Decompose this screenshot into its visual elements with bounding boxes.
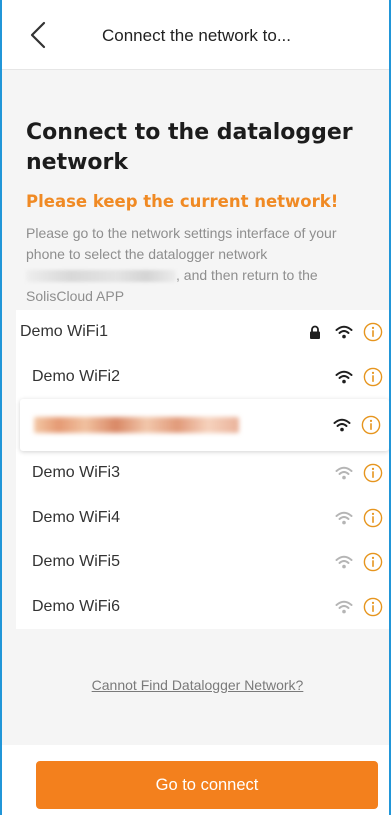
network-status-icons	[335, 540, 383, 585]
network-name: Demo WiFi5	[32, 553, 121, 571]
wifi-signal-icon	[335, 555, 353, 569]
instructions-part-1: Please go to the network settings interf…	[26, 225, 337, 262]
network-row[interactable]: Demo WiFi4	[16, 496, 389, 541]
network-status-icons	[333, 399, 381, 451]
network-row[interactable]	[20, 399, 389, 451]
header-bar: Connect the network to...	[2, 0, 389, 70]
info-icon[interactable]	[361, 415, 381, 435]
app-screen: Connect the network to... Connect to the…	[0, 0, 391, 815]
wifi-signal-icon	[335, 466, 353, 480]
network-name: Demo WiFi3	[32, 464, 121, 482]
info-icon[interactable]	[363, 367, 383, 387]
network-name: Demo WiFi4	[32, 508, 121, 526]
network-row[interactable]: Demo WiFi1	[16, 310, 389, 355]
info-icon[interactable]	[363, 463, 383, 483]
chevron-left-icon	[30, 21, 46, 54]
network-list: Demo WiFi1 Demo WiFi2 Demo WiFi3 Demo WiFi4…	[16, 310, 389, 630]
network-name: Demo WiFi6	[32, 597, 121, 615]
wifi-signal-icon	[335, 600, 353, 614]
page-title: Connect the network to...	[102, 26, 291, 45]
network-row[interactable]: Demo WiFi3	[16, 451, 389, 496]
redacted-network-name	[34, 417, 239, 433]
network-row[interactable]: Demo WiFi2	[16, 355, 389, 400]
network-status-icons	[335, 496, 383, 541]
main-heading: Connect to the datalogger network	[26, 120, 353, 175]
network-row[interactable]: Demo WiFi5	[16, 540, 389, 585]
network-name: Demo WiFi2	[32, 367, 121, 385]
info-icon[interactable]	[363, 508, 383, 528]
wifi-signal-icon	[333, 418, 351, 432]
back-button[interactable]	[26, 21, 50, 54]
go-to-connect-button[interactable]: Go to connect	[36, 761, 378, 809]
network-status-icons	[309, 310, 383, 355]
warning-text: Please keep the current network!	[26, 192, 339, 211]
wifi-signal-icon	[335, 325, 353, 339]
info-icon[interactable]	[363, 597, 383, 617]
intro-section: Connect to the datalogger network Please…	[26, 118, 371, 307]
cannot-find-network-link[interactable]: Cannot Find Datalogger Network?	[2, 677, 389, 693]
network-name: Demo WiFi1	[20, 323, 109, 341]
bottom-bar: Go to connect	[2, 745, 389, 815]
redacted-network-name	[26, 270, 176, 283]
lock-icon	[309, 325, 321, 340]
info-icon[interactable]	[363, 322, 383, 342]
network-status-icons	[335, 451, 383, 496]
network-status-icons	[335, 585, 383, 630]
wifi-signal-icon	[335, 511, 353, 525]
instructions-text: Please go to the network settings interf…	[26, 223, 371, 307]
network-status-icons	[335, 355, 383, 400]
info-icon[interactable]	[363, 552, 383, 572]
network-row[interactable]: Demo WiFi6	[16, 585, 389, 630]
wifi-signal-icon	[335, 370, 353, 384]
